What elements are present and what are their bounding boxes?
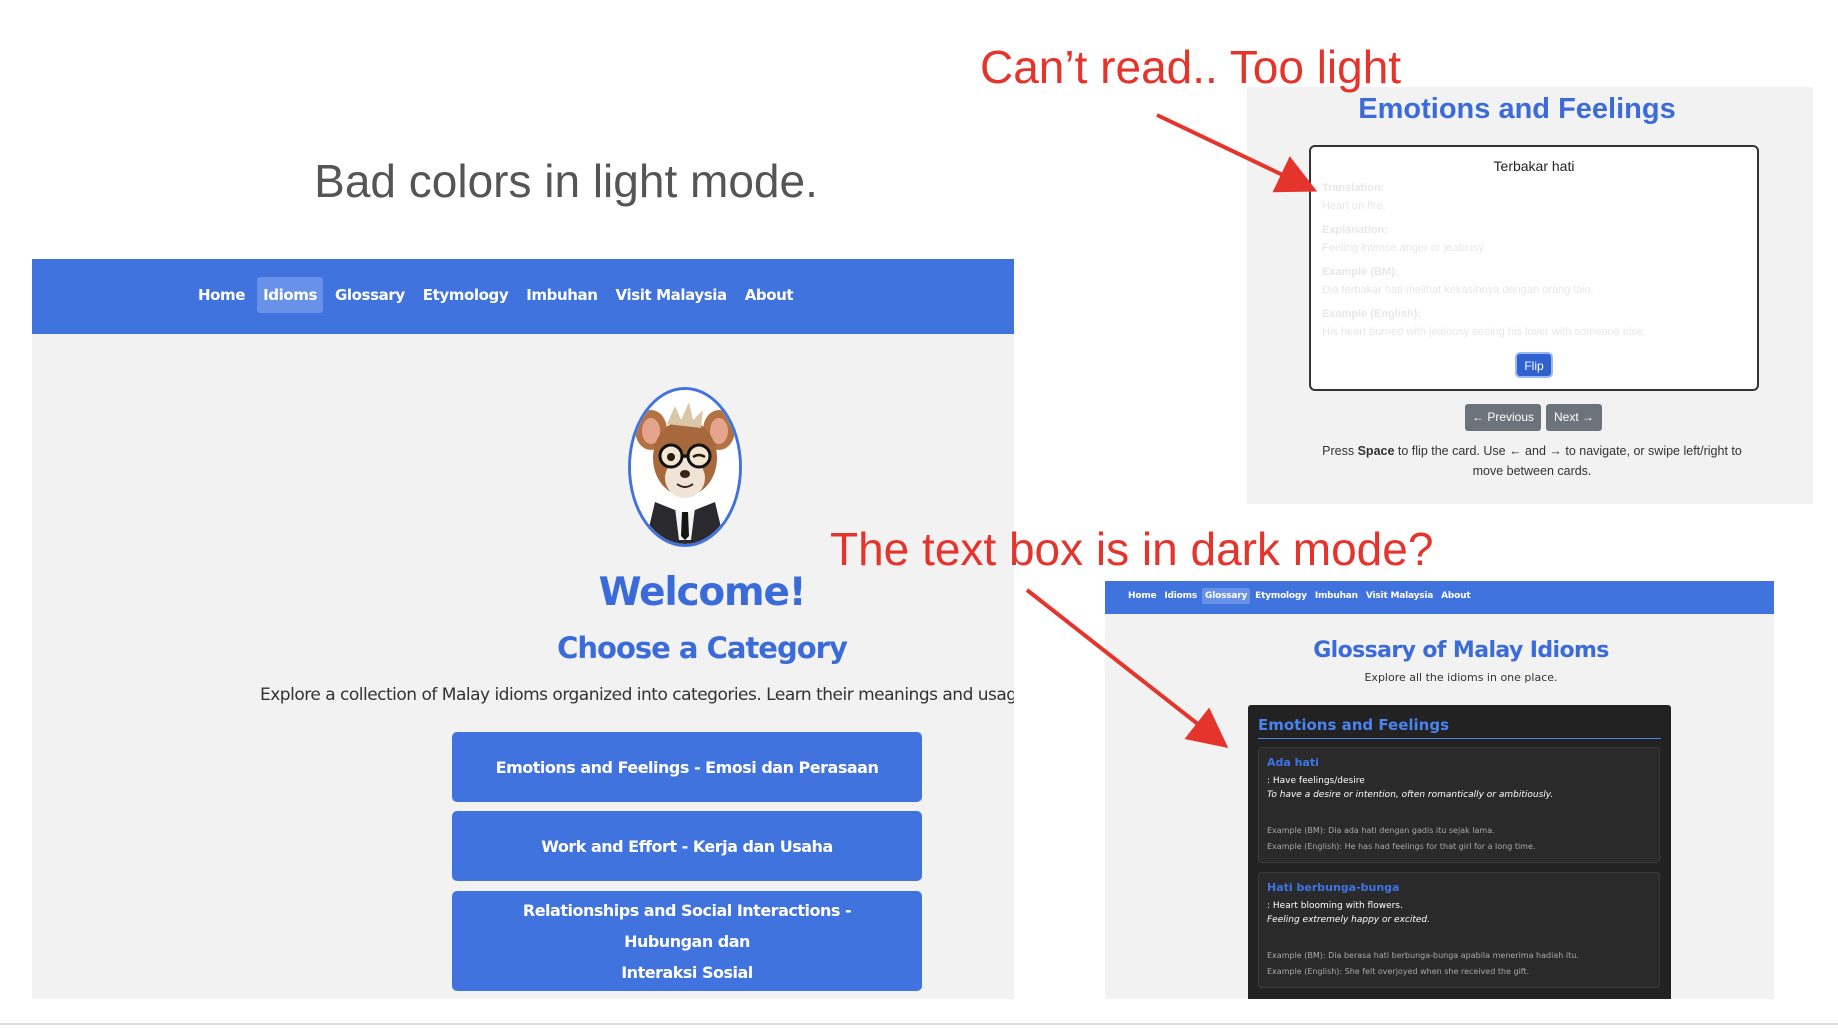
glossary-nav-items: Home Idioms Glossary Etymology Imbuhan V… [1125, 588, 1473, 604]
home-nav-items: Home Idioms Glossary Etymology Imbuhan V… [192, 277, 799, 313]
help-rest: to flip the card. Use ← and → to navigat… [1394, 444, 1742, 458]
entry-example-en: Example (English): He has had feelings f… [1267, 842, 1536, 851]
glossary-section-dark-box: Emotions and Feelings Ada hati : Have fe… [1248, 705, 1671, 999]
choose-category-heading: Choose a Category [557, 631, 848, 665]
example-en-label: Example (English): [1322, 308, 1422, 320]
entry-translation: : Heart blooming with flowers. [1267, 901, 1403, 911]
translation-label: Translation: [1322, 182, 1385, 194]
section-title: Emotions and Feelings [1258, 716, 1450, 734]
flashcard-help-text: Press Space to flip the card. Use ← and … [1307, 441, 1757, 481]
nav-home[interactable]: Home [1125, 588, 1159, 604]
nav-etymology[interactable]: Etymology [417, 277, 515, 313]
flashcard-page-title: Emotions and Feelings [1358, 93, 1676, 125]
mouse-mascot-icon [631, 390, 739, 544]
glossary-entry: Hati berbunga-bunga : Heart blooming wit… [1258, 872, 1660, 988]
help-key: Space [1357, 444, 1395, 458]
explanation-label: Explanation: [1322, 224, 1389, 236]
example-en-text: His heart burned with jealousy seeing hi… [1322, 326, 1647, 338]
flashcard[interactable]: Terbakar hati Translation: Heart on fire… [1309, 145, 1759, 391]
flashcard-word: Terbakar hati [1493, 158, 1575, 174]
welcome-heading: Welcome! [598, 570, 807, 615]
entry-term[interactable]: Ada hati [1267, 756, 1319, 769]
entry-explanation: Feeling extremely happy or excited. [1267, 915, 1431, 925]
section-divider [1258, 738, 1661, 739]
glossary-title: Glossary of Malay Idioms [1313, 638, 1609, 663]
nav-glossary[interactable]: Glossary [1202, 588, 1251, 604]
entry-term[interactable]: Hati berbunga-bunga [1267, 881, 1399, 894]
glossary-screenshot: Home Idioms Glossary Etymology Imbuhan V… [1105, 581, 1774, 999]
next-button[interactable]: Next → [1546, 404, 1602, 431]
nav-home[interactable]: Home [192, 277, 251, 313]
flashcard-screenshot: Emotions and Feelings Terbakar hati Tran… [1247, 87, 1813, 504]
home-navbar: Home Idioms Glossary Etymology Imbuhan V… [32, 259, 1014, 334]
nav-glossary[interactable]: Glossary [329, 277, 411, 313]
translation-text: Heart on fire. [1322, 200, 1386, 212]
category-emotions-button[interactable]: Emotions and Feelings - Emosi dan Perasa… [452, 732, 922, 802]
intro-text: Explore a collection of Malay idioms org… [260, 685, 1014, 705]
glossary-entry: Ada hati : Have feelings/desire To have … [1258, 747, 1660, 863]
glossary-navbar: Home Idioms Glossary Etymology Imbuhan V… [1105, 581, 1774, 614]
nav-about[interactable]: About [1438, 588, 1473, 604]
help-line2: move between cards. [1472, 464, 1592, 478]
previous-button[interactable]: ← Previous [1465, 404, 1541, 431]
nav-about[interactable]: About [739, 277, 800, 313]
entry-explanation: To have a desire or intention, often rom… [1267, 790, 1554, 800]
nav-etymology[interactable]: Etymology [1252, 588, 1310, 604]
category-work-button[interactable]: Work and Effort - Kerja dan Usaha [452, 811, 922, 881]
nav-imbuhan[interactable]: Imbuhan [1312, 588, 1361, 604]
nav-idioms[interactable]: Idioms [1161, 588, 1200, 604]
category-label: Relationships and Social Interactions - … [522, 900, 852, 951]
entry-example-bm: Example (BM): Dia berasa hati berbunga-b… [1267, 951, 1579, 960]
example-bm-text: Dia terbakar hati melihat kekasihnya den… [1322, 284, 1594, 296]
entry-example-en: Example (English): She felt overjoyed wh… [1267, 967, 1530, 976]
explanation-text: Feeling intense anger or jealousy. [1322, 242, 1487, 254]
nav-imbuhan[interactable]: Imbuhan [520, 277, 603, 313]
glossary-subtitle: Explore all the idioms in one place. [1364, 671, 1558, 684]
category-relationships-button[interactable]: Relationships and Social Interactions - … [452, 891, 922, 991]
category-label-line2: Interaksi Sosial [621, 962, 753, 982]
slide-title: Bad colors in light mode. [314, 155, 818, 207]
category-label: Emotions and Feelings - Emosi dan Perasa… [495, 757, 879, 777]
category-label: Work and Effort - Kerja dan Usaha [541, 836, 833, 856]
help-prefix: Press [1322, 444, 1358, 458]
example-bm-label: Example (BM): [1322, 266, 1399, 278]
annotation-too-light: Can’t read.. Too light [980, 41, 1402, 93]
nav-visit-malaysia[interactable]: Visit Malaysia [1363, 588, 1436, 604]
bottom-divider [0, 1023, 1838, 1025]
nav-visit-malaysia[interactable]: Visit Malaysia [610, 277, 733, 313]
annotation-dark-mode: The text box is in dark mode? [830, 523, 1434, 575]
nav-idioms[interactable]: Idioms [257, 277, 323, 313]
entry-translation: : Have feelings/desire [1267, 776, 1365, 786]
home-screenshot: Home Idioms Glossary Etymology Imbuhan V… [32, 259, 1014, 999]
flip-button[interactable]: Flip [1515, 352, 1553, 378]
mascot-avatar [628, 387, 742, 547]
slide: Bad colors in light mode. Home Idioms Gl… [0, 0, 1838, 1030]
entry-example-bm: Example (BM): Dia ada hati dengan gadis … [1267, 826, 1495, 835]
